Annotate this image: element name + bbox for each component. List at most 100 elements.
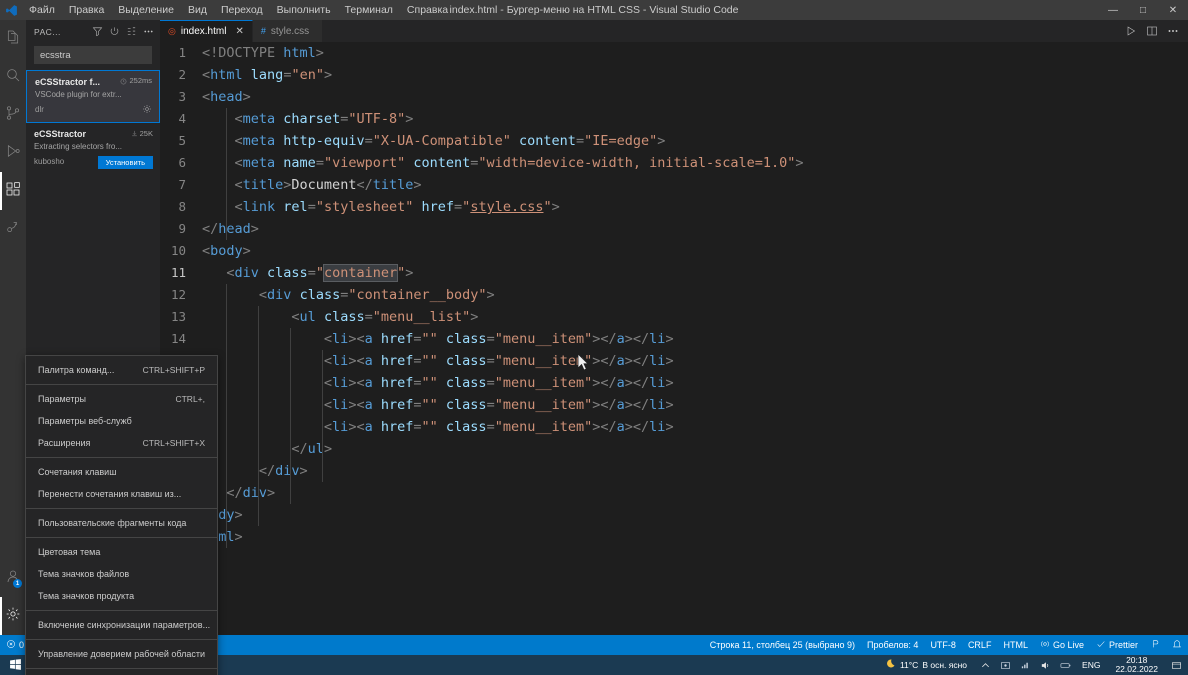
context-menu-label: Параметры bbox=[38, 394, 86, 404]
code-token: < bbox=[202, 375, 333, 391]
code-token: "UTF-8" bbox=[348, 111, 406, 127]
code-text: <li><a href="" class="menu__item"></a></… bbox=[202, 350, 674, 372]
code-token: <!DOCTYPE bbox=[202, 45, 284, 61]
volume-icon[interactable] bbox=[1037, 655, 1053, 675]
refresh-icon[interactable] bbox=[109, 26, 120, 37]
context-menu-item[interactable]: Расширения CTRL+SHIFT+X bbox=[26, 432, 217, 454]
context-menu-item[interactable]: Параметры веб-служб bbox=[26, 410, 217, 432]
menu-bar-item-6[interactable]: Терминал bbox=[338, 0, 400, 20]
code-token: < bbox=[202, 331, 333, 347]
run-icon[interactable] bbox=[1125, 25, 1137, 37]
code-token: ></ bbox=[592, 375, 617, 391]
onedrive-icon[interactable] bbox=[997, 655, 1013, 675]
install-button[interactable]: Установить bbox=[97, 156, 153, 170]
notifications-status[interactable] bbox=[1166, 635, 1188, 655]
menu-bar-item-1[interactable]: Правка bbox=[62, 0, 111, 20]
code-editor[interactable]: 1 <!DOCTYPE html> 2 <html lang="en"> 3 <head>… bbox=[160, 42, 1188, 635]
code-line: 14 <li><a href="" class="menu__item"></a… bbox=[160, 328, 1188, 350]
context-menu-item[interactable]: Перенести сочетания клавиш из... bbox=[26, 483, 217, 505]
sidebar-item-run-debug[interactable] bbox=[0, 134, 26, 172]
context-menu-item[interactable]: Сочетания клавиш bbox=[26, 461, 217, 483]
go-live-status[interactable]: Go Live bbox=[1034, 635, 1090, 655]
battery-icon[interactable] bbox=[1057, 655, 1073, 675]
context-menu-item[interactable]: Цветовая тема bbox=[26, 541, 217, 563]
code-token: </ bbox=[356, 177, 373, 193]
extension-search-input[interactable] bbox=[34, 46, 152, 64]
extension-name: eCSStractor bbox=[34, 129, 87, 140]
context-menu-item[interactable]: Управление доверием рабочей области bbox=[26, 643, 217, 665]
context-menu-item[interactable]: Палитра команд... CTRL+SHIFT+P bbox=[26, 359, 217, 381]
context-menu-separator bbox=[26, 384, 217, 385]
sidebar-item-explorer[interactable] bbox=[0, 20, 26, 58]
more-actions-icon[interactable] bbox=[1167, 25, 1179, 37]
close-icon[interactable]: ✕ bbox=[235, 26, 243, 37]
encoding-status[interactable]: UTF-8 bbox=[924, 635, 962, 655]
sidebar-item-extensions[interactable] bbox=[0, 172, 26, 210]
sidebar-item-search[interactable] bbox=[0, 58, 26, 96]
context-menu-item[interactable]: Параметры CTRL+, bbox=[26, 388, 217, 410]
code-token: "container__body" bbox=[348, 287, 487, 303]
sidebar-item-remote[interactable] bbox=[0, 210, 26, 248]
notification-icon[interactable] bbox=[1168, 655, 1184, 675]
code-token: ></ bbox=[624, 375, 650, 391]
menu-bar-item-0[interactable]: Файл bbox=[22, 0, 62, 20]
code-token: > bbox=[234, 507, 243, 523]
extension-item[interactable]: eCSStractor f... 252ms VSCode plugin for e… bbox=[26, 70, 160, 124]
eol-status[interactable]: CRLF bbox=[962, 635, 998, 655]
context-menu-label: Включение синхронизации параметров... bbox=[38, 620, 211, 630]
context-menu-item[interactable]: Включение синхронизации параметров... bbox=[26, 614, 217, 636]
sidebar-item-source-control[interactable] bbox=[0, 96, 26, 134]
context-menu-label: Сочетания клавиш bbox=[38, 467, 117, 477]
account-badge: 1 bbox=[13, 579, 22, 588]
split-editor-icon[interactable] bbox=[1146, 25, 1158, 37]
accounts-button[interactable]: 1 bbox=[0, 559, 26, 597]
tab-index-html[interactable]: ◎ index.html ✕ bbox=[160, 20, 253, 42]
context-menu-item[interactable]: Тема значков файлов bbox=[26, 563, 217, 585]
code-token: href bbox=[380, 419, 414, 435]
menu-bar-item-4[interactable]: Переход bbox=[214, 0, 270, 20]
language-indicator[interactable]: ENG bbox=[1077, 660, 1105, 670]
code-token: "menu__item" bbox=[494, 419, 593, 435]
language-mode-status[interactable]: HTML bbox=[997, 635, 1034, 655]
menu-bar-item-7[interactable]: Справка bbox=[400, 0, 455, 20]
chevron-up-icon[interactable] bbox=[977, 655, 993, 675]
manage-settings-button[interactable] bbox=[0, 597, 26, 635]
code-token: http-equiv bbox=[283, 133, 365, 149]
code-token: < bbox=[202, 67, 211, 83]
prettier-status[interactable]: Prettier bbox=[1090, 635, 1144, 655]
sort-icon[interactable] bbox=[126, 26, 137, 37]
code-token: li bbox=[649, 397, 666, 413]
menu-bar-item-2[interactable]: Выделение bbox=[111, 0, 181, 20]
extension-item[interactable]: eCSStractor 25K Extracting selectors fro..… bbox=[26, 123, 160, 174]
code-line: 11 <div class="container"> bbox=[160, 262, 1188, 284]
clock-widget[interactable]: 20:18 22.02.2022 bbox=[1109, 655, 1164, 675]
tab-label: index.html bbox=[180, 26, 227, 37]
code-token: >< bbox=[348, 397, 365, 413]
menu-bar[interactable]: Файл Правка Выделение Вид Переход Выполнить Те… bbox=[22, 0, 455, 20]
extension-gear-icon[interactable] bbox=[142, 104, 152, 117]
indentation-status[interactable]: Пробелов: 4 bbox=[861, 635, 924, 655]
settings-context-menu[interactable]: Палитра команд... CTRL+SHIFT+P Параметры CT… bbox=[25, 355, 218, 675]
code-text: <title>Document</title> bbox=[202, 174, 422, 196]
menu-bar-item-5[interactable]: Выполнить bbox=[270, 0, 338, 20]
remote-status[interactable] bbox=[1144, 635, 1166, 655]
close-button[interactable]: ✕ bbox=[1158, 0, 1188, 20]
cursor-position-status[interactable]: Строка 11, столбец 25 (выбрано 9) bbox=[704, 635, 861, 655]
more-icon[interactable] bbox=[143, 26, 154, 37]
code-token: div bbox=[267, 287, 292, 303]
filter-icon[interactable] bbox=[92, 26, 103, 37]
minimize-button[interactable]: — bbox=[1098, 0, 1128, 20]
context-menu-label: Тема значков продукта bbox=[38, 591, 135, 601]
context-menu-item[interactable]: Тема значков продукта bbox=[26, 585, 217, 607]
maximize-button[interactable]: □ bbox=[1128, 0, 1158, 20]
weather-widget[interactable]: 11°C В осн. ясно bbox=[878, 658, 973, 672]
network-icon[interactable] bbox=[1017, 655, 1033, 675]
context-menu-item[interactable]: Пользовательские фрагменты кода bbox=[26, 512, 217, 534]
code-token: href bbox=[421, 199, 455, 215]
tab-style-css[interactable]: # style.css bbox=[252, 20, 323, 42]
menu-bar-item-3[interactable]: Вид bbox=[181, 0, 214, 20]
code-token: name bbox=[283, 155, 316, 171]
